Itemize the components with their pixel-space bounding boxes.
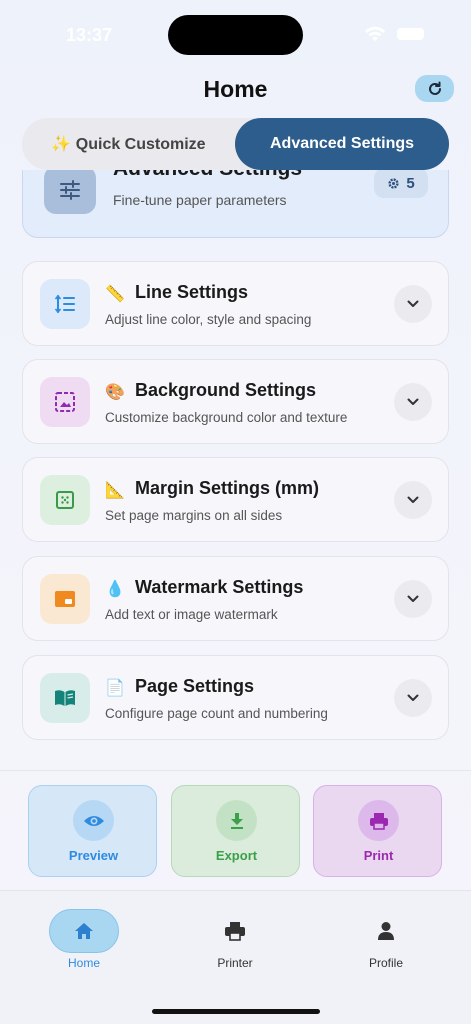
advanced-settings-header-card: Advanced Settings Fine-tune paper parame… (22, 170, 449, 238)
download-icon (216, 800, 257, 841)
line-settings-card[interactable]: 📏 Line Settings Adjust line color, style… (22, 261, 449, 346)
settings-count-badge: 5 (374, 170, 428, 198)
tab-bar: Home Printer Profile (0, 890, 471, 1024)
tab-printer-label: Printer (217, 956, 253, 970)
page-settings-subtitle: Configure page count and numbering (105, 706, 328, 721)
header: Home (0, 70, 471, 110)
margin-settings-title: Margin Settings (mm) (135, 478, 320, 498)
background-settings-subtitle: Customize background color and texture (105, 410, 348, 425)
wifi-icon (365, 26, 385, 41)
watermark-icon (40, 574, 90, 624)
home-indicator (152, 1009, 320, 1014)
gear-icon (388, 177, 399, 189)
refresh-icon (428, 81, 441, 95)
printer-icon (200, 909, 270, 953)
triangle-ruler-emoji-icon: 📐 (105, 482, 125, 499)
tab-home[interactable]: Home (34, 909, 134, 979)
mode-segmented-control: ✨ Quick Customize Advanced Settings (22, 118, 449, 170)
tab-printer[interactable]: Printer (185, 909, 285, 979)
advanced-card-title: Advanced Settings (113, 170, 302, 181)
expand-page-settings-button[interactable] (394, 679, 432, 717)
image-frame-icon (40, 377, 90, 427)
person-icon (351, 909, 421, 953)
chevron-down-icon (407, 496, 419, 503)
line-settings-subtitle: Adjust line color, style and spacing (105, 312, 312, 327)
quick-customize-tab[interactable]: ✨ Quick Customize (22, 118, 235, 170)
watermark-settings-card[interactable]: 💧 Watermark Settings Add text or image w… (22, 556, 449, 641)
expand-margin-settings-button[interactable] (394, 481, 432, 519)
eye-icon (73, 800, 114, 841)
refresh-button[interactable] (415, 75, 454, 102)
preview-label: Preview (68, 848, 119, 863)
settings-scroll-area[interactable]: Advanced Settings Fine-tune paper parame… (0, 170, 471, 770)
chevron-down-icon (407, 398, 419, 405)
status-time: 13:37 (66, 25, 113, 45)
printer-icon (358, 800, 399, 841)
advanced-settings-tab[interactable]: Advanced Settings (235, 118, 449, 170)
page-title: Home (203, 76, 268, 102)
palette-emoji-icon: 🎨 (105, 384, 125, 401)
chevron-down-icon (407, 595, 419, 602)
expand-watermark-settings-button[interactable] (394, 580, 432, 618)
droplet-emoji-icon: 💧 (105, 581, 125, 598)
print-button[interactable]: Print (313, 785, 442, 877)
background-settings-card[interactable]: 🎨 Background Settings Customize backgrou… (22, 359, 449, 444)
page-settings-card[interactable]: 📄 Page Settings Configure page count and… (22, 655, 449, 740)
tab-home-label: Home (67, 956, 100, 970)
expand-background-settings-button[interactable] (394, 383, 432, 421)
margin-grid-icon (40, 475, 90, 525)
open-book-icon (40, 673, 90, 723)
dynamic-island (168, 15, 303, 55)
page-emoji-icon: 📄 (105, 680, 125, 697)
export-button[interactable]: Export (171, 785, 300, 877)
tab-profile[interactable]: Profile (336, 909, 436, 979)
battery-icon (397, 28, 424, 40)
chevron-down-icon (407, 694, 419, 701)
status-bar: 13:37 (0, 0, 471, 70)
action-bar: Preview Export Print (0, 770, 471, 890)
chevron-down-icon (407, 300, 419, 307)
house-icon (49, 909, 119, 953)
watermark-settings-subtitle: Add text or image watermark (105, 607, 278, 622)
ruler-emoji-icon: 📏 (105, 286, 125, 303)
margin-settings-subtitle: Set page margins on all sides (105, 508, 283, 523)
advanced-card-subtitle: Fine-tune paper parameters (113, 192, 287, 208)
settings-count: 5 (406, 174, 415, 192)
line-spacing-icon (40, 279, 90, 329)
preview-button[interactable]: Preview (28, 785, 157, 877)
print-label: Print (363, 848, 394, 863)
tab-profile-label: Profile (368, 956, 403, 970)
page-settings-title: Page Settings (135, 676, 255, 696)
expand-line-settings-button[interactable] (394, 285, 432, 323)
sliders-icon (44, 170, 96, 214)
background-settings-title: Background Settings (135, 380, 317, 400)
watermark-settings-title: Watermark Settings (135, 577, 304, 597)
line-settings-title: Line Settings (135, 282, 249, 302)
margin-settings-card[interactable]: 📐 Margin Settings (mm) Set page margins … (22, 457, 449, 542)
export-label: Export (215, 848, 258, 863)
